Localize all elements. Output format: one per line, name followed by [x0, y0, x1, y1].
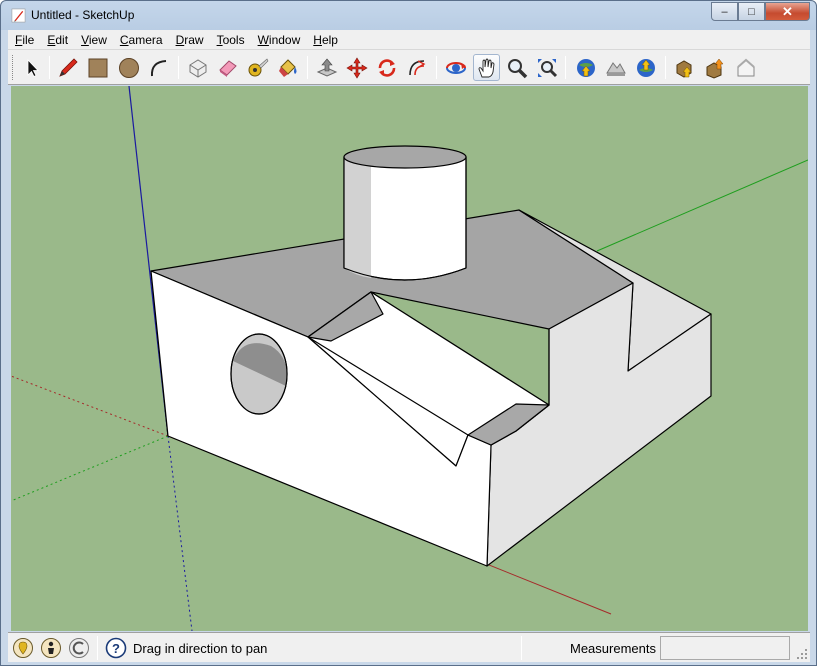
toolbar-grip[interactable]	[12, 55, 15, 80]
zoom-extents-tool-button[interactable]	[533, 54, 560, 81]
account-icon[interactable]	[68, 637, 90, 659]
get-current-view-icon	[576, 58, 595, 77]
circle-tool-button[interactable]	[115, 54, 142, 81]
offset-tool-button[interactable]	[403, 54, 430, 81]
close-icon: ✕	[782, 3, 793, 19]
zoom-icon	[507, 58, 527, 78]
sketchup-window: Untitled - SketchUp – □ ✕ File Edit View…	[0, 0, 817, 666]
rotate-tool-button[interactable]	[373, 54, 400, 81]
menu-camera[interactable]: Camera	[113, 33, 169, 47]
menu-edit[interactable]: Edit	[40, 33, 74, 47]
move-tool-button[interactable]	[343, 54, 370, 81]
offset-icon	[408, 59, 425, 75]
cylinder-shade	[344, 157, 371, 278]
title-bar[interactable]: Untitled - SketchUp – □ ✕	[1, 1, 816, 30]
cylinder-top	[343, 145, 467, 169]
make-component-icon	[189, 58, 206, 78]
window-title: Untitled - SketchUp	[31, 8, 135, 22]
menu-file[interactable]: File	[8, 33, 40, 47]
zoom-extents-icon	[537, 58, 557, 77]
toolbar-separator	[178, 56, 179, 79]
menu-view[interactable]: View	[74, 33, 113, 47]
share-component-icon	[736, 58, 755, 76]
menu-tools[interactable]: Tools	[210, 33, 251, 47]
sketchup-app-icon[interactable]	[11, 8, 26, 23]
menu-window[interactable]: Window	[251, 33, 307, 47]
main-toolbar	[8, 50, 810, 85]
tape-measure-icon	[248, 58, 268, 76]
help-icon[interactable]: ?	[105, 637, 127, 659]
pencil-tool-button[interactable]	[54, 54, 81, 81]
maximize-icon: □	[748, 5, 755, 18]
credits-icon[interactable]	[40, 637, 62, 659]
toolbar-separator	[436, 56, 437, 79]
toggle-terrain-icon	[605, 61, 626, 76]
make-component-tool-button[interactable]	[184, 54, 211, 81]
status-separator	[521, 636, 522, 660]
get-models-icon	[676, 59, 692, 78]
select-tool-button[interactable]	[18, 54, 45, 81]
paint-bucket-icon	[278, 58, 296, 77]
rotate-icon	[378, 58, 395, 77]
tape-measure-tool-button[interactable]	[244, 54, 271, 81]
eraser-icon	[218, 59, 237, 77]
arc-icon	[150, 59, 166, 76]
toolbar-separator	[307, 56, 308, 79]
share-model-icon	[706, 58, 724, 79]
toolbar-separator	[665, 56, 666, 79]
minimize-icon: –	[721, 5, 728, 18]
pan-icon	[478, 58, 494, 77]
get-current-view-button[interactable]	[572, 54, 599, 81]
toggle-terrain-button[interactable]	[602, 54, 629, 81]
select-icon	[27, 58, 39, 77]
get-models-button[interactable]	[672, 54, 699, 81]
pencil-icon	[58, 57, 78, 77]
push-pull-tool-button[interactable]	[313, 54, 340, 81]
rectangle-tool-button[interactable]	[84, 54, 111, 81]
circle-icon	[118, 57, 139, 78]
menu-help[interactable]: Help	[306, 33, 344, 47]
svg-text:?: ?	[112, 641, 120, 656]
status-bar: ? Drag in direction to pan Measurements	[8, 632, 810, 662]
resize-grip-icon[interactable]	[796, 648, 808, 660]
place-model-icon	[636, 58, 655, 77]
caption-buttons: – □ ✕	[711, 2, 810, 21]
minimize-button[interactable]: –	[711, 2, 738, 21]
measurements-input[interactable]	[660, 636, 790, 660]
measurements-label: Measurements	[570, 641, 656, 656]
eraser-tool-button[interactable]	[214, 54, 241, 81]
close-button[interactable]: ✕	[765, 2, 810, 21]
paint-bucket-tool-button[interactable]	[274, 54, 301, 81]
move-icon	[345, 56, 368, 79]
share-model-button[interactable]	[702, 54, 729, 81]
share-component-button[interactable]	[732, 54, 759, 81]
toolbar-separator	[565, 56, 566, 79]
modeling-viewport[interactable]	[11, 86, 808, 631]
pan-tool-button[interactable]	[473, 54, 500, 81]
place-model-button[interactable]	[632, 54, 659, 81]
menu-draw[interactable]: Draw	[169, 33, 210, 47]
zoom-tool-button[interactable]	[503, 54, 530, 81]
status-message: Drag in direction to pan	[133, 641, 268, 656]
arc-tool-button[interactable]	[145, 54, 172, 81]
orbit-icon	[445, 61, 466, 74]
menu-bar: File Edit View Camera Draw Tools Window …	[8, 30, 810, 50]
toolbar-separator	[49, 56, 50, 79]
rectangle-icon	[88, 58, 107, 77]
push-pull-icon	[316, 58, 337, 77]
geo-location-icon[interactable]	[12, 637, 34, 659]
model-canvas[interactable]	[11, 86, 808, 631]
orbit-tool-button[interactable]	[442, 54, 469, 81]
status-separator	[97, 636, 98, 660]
maximize-button[interactable]: □	[738, 2, 765, 21]
